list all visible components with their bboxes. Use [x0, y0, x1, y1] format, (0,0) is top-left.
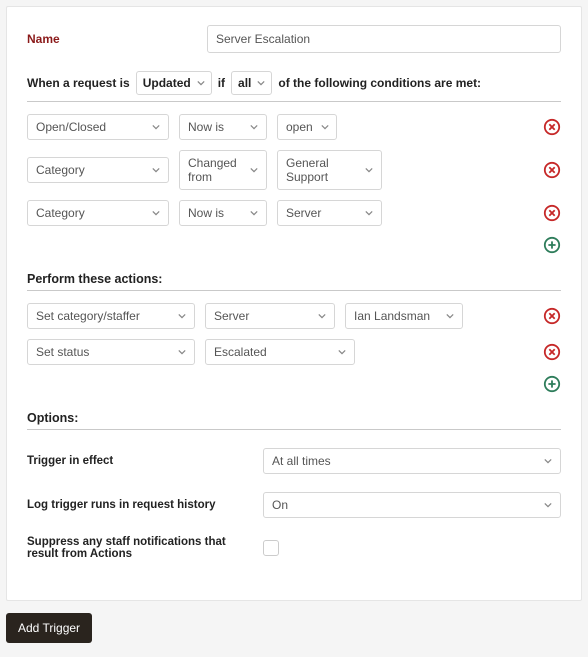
name-input[interactable] [207, 25, 561, 53]
chevron-down-icon [544, 457, 552, 465]
condition-field-select[interactable]: Category [27, 200, 169, 226]
action-type-select[interactable]: Set category/staffer [27, 303, 195, 329]
action-value-select[interactable]: Escalated [205, 339, 355, 365]
chevron-down-icon [178, 348, 186, 356]
chevron-down-icon [365, 166, 373, 174]
condition-op-select[interactable]: Now is [179, 200, 267, 226]
chevron-down-icon [152, 123, 160, 131]
condition-value-select[interactable]: open [277, 114, 337, 140]
condition-op-select[interactable]: Changed from [179, 150, 267, 190]
condition-field-select[interactable]: Category [27, 157, 169, 183]
suppress-label: Suppress any staff notifications that re… [27, 536, 251, 560]
action-type-select[interactable]: Set status [27, 339, 195, 365]
chevron-down-icon [250, 209, 258, 217]
form-footer: Add Trigger [0, 607, 588, 657]
action-value2-select[interactable]: Ian Landsman [345, 303, 463, 329]
log-runs-select[interactable]: On [263, 492, 561, 518]
options-title: Options: [27, 411, 561, 425]
trigger-effect-label: Trigger in effect [27, 455, 251, 467]
name-label: Name [27, 32, 207, 46]
condition-value-select[interactable]: Server [277, 200, 382, 226]
conditions-list: Open/Closed Now is open Category Changed fro… [27, 114, 561, 226]
chevron-down-icon [197, 79, 205, 87]
chevron-down-icon [178, 312, 186, 320]
remove-row-button[interactable] [543, 343, 561, 361]
suppress-checkbox[interactable] [263, 540, 279, 556]
remove-row-button[interactable] [543, 204, 561, 222]
condition-row: Category Now is Server [27, 200, 561, 226]
remove-row-button[interactable] [543, 161, 561, 179]
condition-row: Category Changed fromGeneral Support [27, 150, 561, 190]
divider [27, 429, 561, 430]
actions-list: Set category/stafferServerIan LandsmanSe… [27, 303, 561, 365]
add-action-button[interactable] [543, 375, 561, 393]
add-trigger-button[interactable]: Add Trigger [6, 613, 92, 643]
sentence-p1: When a request is [27, 76, 130, 90]
chevron-down-icon [152, 166, 160, 174]
chevron-down-icon [338, 348, 346, 356]
remove-row-button[interactable] [543, 118, 561, 136]
chevron-down-icon [152, 209, 160, 217]
chevron-down-icon [446, 312, 454, 320]
condition-row: Open/Closed Now is open [27, 114, 561, 140]
chevron-down-icon [250, 123, 258, 131]
chevron-down-icon [321, 123, 329, 131]
chevron-down-icon [257, 79, 265, 87]
log-runs-label: Log trigger runs in request history [27, 499, 251, 511]
chevron-down-icon [365, 209, 373, 217]
chevron-down-icon [544, 501, 552, 509]
trigger-effect-select[interactable]: At all times [263, 448, 561, 474]
divider [27, 101, 561, 102]
trigger-form: Name When a request is Updated if all of… [6, 6, 582, 601]
add-condition-button[interactable] [543, 236, 561, 254]
match-select[interactable]: all [231, 71, 272, 95]
action-value-select[interactable]: Server [205, 303, 335, 329]
condition-sentence: When a request is Updated if all of the … [27, 71, 561, 95]
condition-value-select[interactable]: General Support [277, 150, 382, 190]
condition-field-select[interactable]: Open/Closed [27, 114, 169, 140]
remove-row-button[interactable] [543, 307, 561, 325]
sentence-p2: if [218, 76, 225, 90]
chevron-down-icon [250, 166, 258, 174]
action-row: Set status Escalated [27, 339, 561, 365]
sentence-p3: of the following conditions are met: [278, 76, 481, 90]
actions-title: Perform these actions: [27, 272, 561, 286]
chevron-down-icon [318, 312, 326, 320]
condition-op-select[interactable]: Now is [179, 114, 267, 140]
action-row: Set category/staffer Server Ian Landsman [27, 303, 561, 329]
divider [27, 290, 561, 291]
event-select[interactable]: Updated [136, 71, 212, 95]
